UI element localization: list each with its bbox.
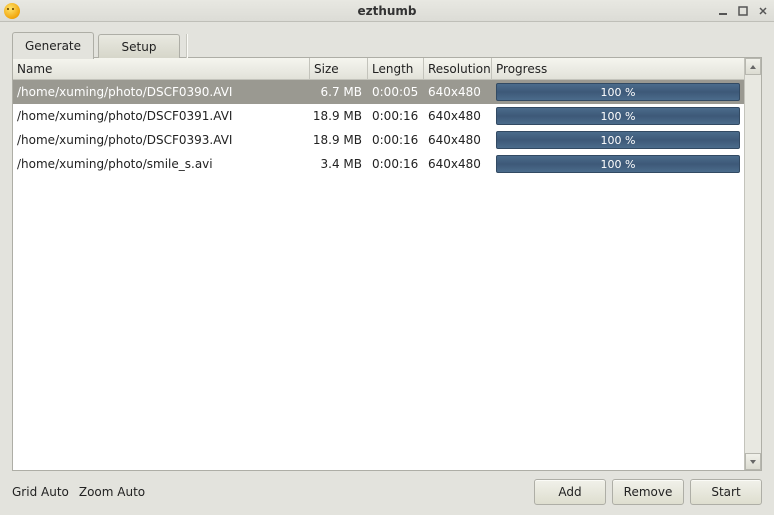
tab-generate[interactable]: Generate [12, 32, 94, 59]
cell-resolution: 640x480 [424, 80, 492, 104]
cell-resolution: 640x480 [424, 104, 492, 128]
cell-progress: 100 % [492, 128, 744, 152]
titlebar: ezthumb [0, 0, 774, 22]
progress-bar: 100 % [496, 107, 740, 125]
cell-progress: 100 % [492, 152, 744, 176]
cell-length: 0:00:05 [368, 80, 424, 104]
vertical-scrollbar[interactable] [744, 58, 761, 470]
status-grid: Grid Auto [12, 485, 69, 499]
cell-resolution: 640x480 [424, 152, 492, 176]
cell-progress: 100 % [492, 80, 744, 104]
table-body: /home/xuming/photo/DSCF0390.AVI6.7 MB0:0… [13, 80, 744, 470]
remove-button[interactable]: Remove [612, 479, 684, 505]
statusbar: Grid Auto Zoom Auto Add Remove Start [12, 477, 762, 507]
file-table: Name Size Length Resolution Progress /ho… [13, 58, 744, 470]
cell-size: 18.9 MB [310, 128, 368, 152]
app-icon [4, 3, 20, 19]
scroll-track[interactable] [745, 75, 761, 453]
cell-name: /home/xuming/photo/DSCF0391.AVI [13, 104, 310, 128]
table-row[interactable]: /home/xuming/photo/smile_s.avi3.4 MB0:00… [13, 152, 744, 176]
progress-bar: 100 % [496, 155, 740, 173]
scroll-up-button[interactable] [745, 58, 761, 75]
cell-length: 0:00:16 [368, 128, 424, 152]
tabs: Generate Setup [12, 32, 762, 58]
cell-name: /home/xuming/photo/smile_s.avi [13, 152, 310, 176]
window-buttons [716, 4, 770, 18]
table-header: Name Size Length Resolution Progress [13, 58, 744, 80]
col-header-size[interactable]: Size [310, 58, 368, 79]
cell-name: /home/xuming/photo/DSCF0393.AVI [13, 128, 310, 152]
cell-length: 0:00:16 [368, 152, 424, 176]
table-row[interactable]: /home/xuming/photo/DSCF0391.AVI18.9 MB0:… [13, 104, 744, 128]
maximize-button[interactable] [736, 4, 750, 18]
tab-divider [186, 34, 188, 58]
add-button[interactable]: Add [534, 479, 606, 505]
status-zoom: Zoom Auto [79, 485, 145, 499]
tab-setup[interactable]: Setup [98, 34, 180, 58]
table-row[interactable]: /home/xuming/photo/DSCF0390.AVI6.7 MB0:0… [13, 80, 744, 104]
col-header-length[interactable]: Length [368, 58, 424, 79]
cell-progress: 100 % [492, 104, 744, 128]
col-header-resolution[interactable]: Resolution [424, 58, 492, 79]
progress-bar: 100 % [496, 83, 740, 101]
status-left: Grid Auto Zoom Auto [12, 485, 145, 499]
cell-size: 6.7 MB [310, 80, 368, 104]
cell-size: 18.9 MB [310, 104, 368, 128]
scroll-down-button[interactable] [745, 453, 761, 470]
cell-size: 3.4 MB [310, 152, 368, 176]
file-table-panel: Name Size Length Resolution Progress /ho… [12, 57, 762, 471]
table-row[interactable]: /home/xuming/photo/DSCF0393.AVI18.9 MB0:… [13, 128, 744, 152]
close-button[interactable] [756, 4, 770, 18]
cell-resolution: 640x480 [424, 128, 492, 152]
cell-length: 0:00:16 [368, 104, 424, 128]
col-header-progress[interactable]: Progress [492, 58, 744, 79]
minimize-button[interactable] [716, 4, 730, 18]
cell-name: /home/xuming/photo/DSCF0390.AVI [13, 80, 310, 104]
window-title: ezthumb [0, 4, 774, 18]
start-button[interactable]: Start [690, 479, 762, 505]
progress-bar: 100 % [496, 131, 740, 149]
content-pane: Generate Setup Name Size Length Resoluti… [0, 22, 774, 515]
col-header-name[interactable]: Name [13, 58, 310, 79]
